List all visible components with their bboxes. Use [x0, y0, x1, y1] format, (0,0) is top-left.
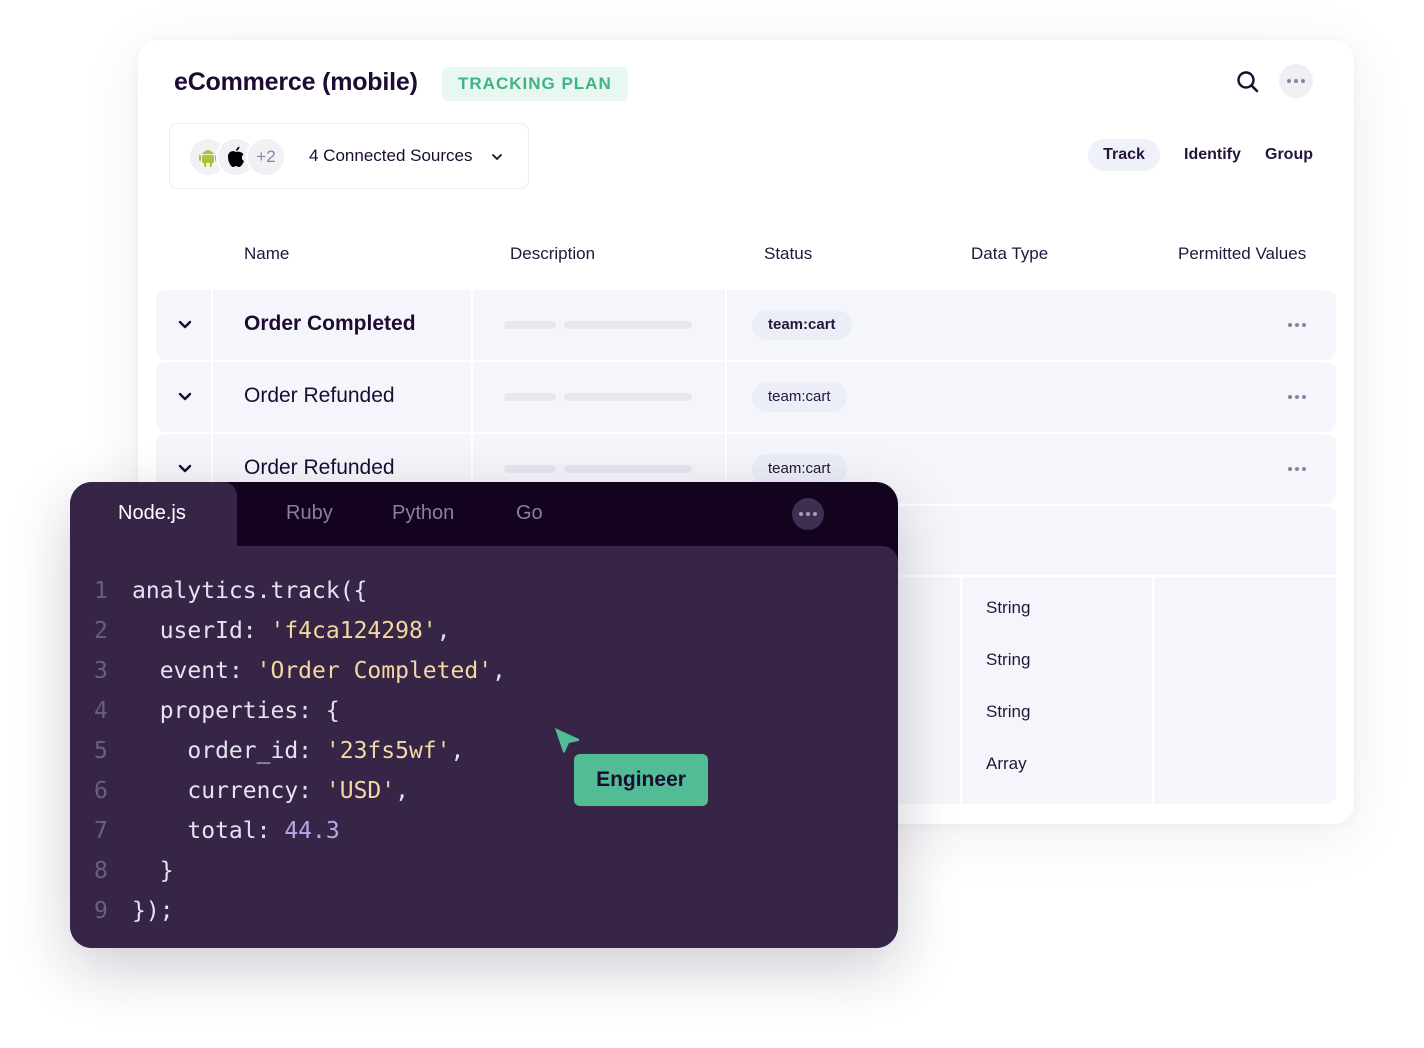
line-number: 2 [94, 618, 108, 644]
code-tab-ruby[interactable]: Ruby [286, 502, 333, 525]
line-number: 9 [94, 898, 108, 924]
line-number: 7 [94, 818, 108, 844]
code-snippet-panel: Node.js Ruby Python Go 1 analytics.track(… [70, 482, 898, 948]
connected-sources-label: 4 Connected Sources [309, 146, 473, 165]
more-horizontal-icon [799, 512, 803, 516]
code-punctuation: , [395, 778, 409, 804]
line-number: 6 [94, 778, 108, 804]
property-data-type: String [986, 598, 1031, 617]
code-key: event: [159, 658, 257, 684]
description-placeholder [564, 465, 692, 473]
code-tab-python[interactable]: Python [392, 502, 454, 525]
collaborator-label: Engineer [574, 754, 708, 806]
code-key: properties: { [159, 698, 340, 724]
description-placeholder [564, 393, 692, 401]
search-icon[interactable] [1234, 68, 1262, 96]
tracking-plan-badge: TRACKING PLAN [442, 67, 628, 101]
status-badge: team:cart [752, 454, 847, 484]
code-key: currency: [187, 778, 326, 804]
description-placeholder [504, 393, 556, 401]
code-content: }); [132, 898, 174, 924]
line-number: 4 [94, 698, 108, 724]
code-value: 'f4ca124298' [270, 618, 437, 644]
table-row[interactable]: Order Completed team:cart [156, 290, 1336, 360]
expand-chevron-icon[interactable] [177, 461, 193, 477]
code-key: userId: [159, 618, 271, 644]
expand-chevron-icon[interactable] [177, 389, 193, 405]
code-more-button[interactable] [792, 498, 824, 530]
code-tab-nodejs[interactable]: Node.js [118, 502, 186, 525]
code-content: total: 44.3 [132, 818, 340, 844]
code-value: '23fs5wf' [325, 738, 451, 764]
description-placeholder [504, 465, 556, 473]
more-horizontal-icon [1287, 79, 1291, 83]
column-header-status[interactable]: Status [764, 244, 812, 264]
property-data-type: String [986, 702, 1031, 721]
code-value: 44.3 [284, 818, 340, 844]
code-value: 'Order Completed' [256, 658, 493, 684]
code-punctuation: , [450, 738, 465, 764]
code-content: order_id: '23fs5wf', [132, 738, 464, 764]
status-badge: team:cart [752, 382, 847, 412]
collaborator-cursor-icon [555, 728, 580, 753]
code-key: } [159, 858, 174, 884]
code-punctuation: , [492, 658, 506, 684]
more-options-button[interactable] [1279, 64, 1313, 98]
property-data-type: Array [986, 754, 1027, 773]
tab-identify[interactable]: Identify [1184, 139, 1241, 171]
line-number: 3 [94, 658, 108, 684]
code-content: } [132, 858, 174, 884]
code-content: properties: { [132, 698, 340, 724]
code-key: analytics.track({ [132, 578, 368, 604]
connected-sources-dropdown[interactable]: +2 4 Connected Sources [169, 123, 529, 189]
code-key: order_id: [187, 738, 326, 764]
property-data-type: String [986, 650, 1031, 669]
expand-chevron-icon[interactable] [177, 317, 193, 333]
tab-group[interactable]: Group [1265, 139, 1313, 171]
code-content: userId: 'f4ca124298', [132, 618, 451, 644]
code-punctuation: , [436, 618, 451, 644]
column-header-name[interactable]: Name [244, 244, 289, 264]
code-key: total: [187, 818, 285, 844]
more-sources-avatar: +2 [246, 137, 286, 177]
page-title: eCommerce (mobile) [174, 68, 418, 96]
code-key: }); [132, 898, 174, 924]
row-more-icon[interactable] [1288, 395, 1306, 399]
row-more-icon[interactable] [1288, 467, 1306, 471]
event-name: Order Completed [244, 312, 416, 335]
column-header-description[interactable]: Description [510, 244, 595, 264]
column-header-data-type[interactable]: Data Type [971, 244, 1048, 264]
tab-track[interactable]: Track [1088, 139, 1160, 171]
event-name: Order Refunded [244, 456, 395, 479]
description-placeholder [564, 321, 692, 329]
line-number: 5 [94, 738, 108, 764]
description-placeholder [504, 321, 556, 329]
code-tab-go[interactable]: Go [516, 502, 543, 525]
line-number: 1 [94, 578, 108, 604]
chevron-down-icon [492, 154, 502, 160]
status-badge: team:cart [752, 310, 852, 340]
table-row[interactable]: Order Refunded team:cart [156, 362, 1336, 432]
code-content: event: 'Order Completed', [132, 658, 506, 684]
code-value: 'USD' [325, 778, 396, 804]
event-name: Order Refunded [244, 384, 395, 407]
code-content: currency: 'USD', [132, 778, 409, 804]
column-header-permitted-values[interactable]: Permitted Values [1178, 244, 1306, 264]
code-content: analytics.track({ [132, 578, 367, 604]
line-number: 8 [94, 858, 108, 884]
row-more-icon[interactable] [1288, 323, 1306, 327]
